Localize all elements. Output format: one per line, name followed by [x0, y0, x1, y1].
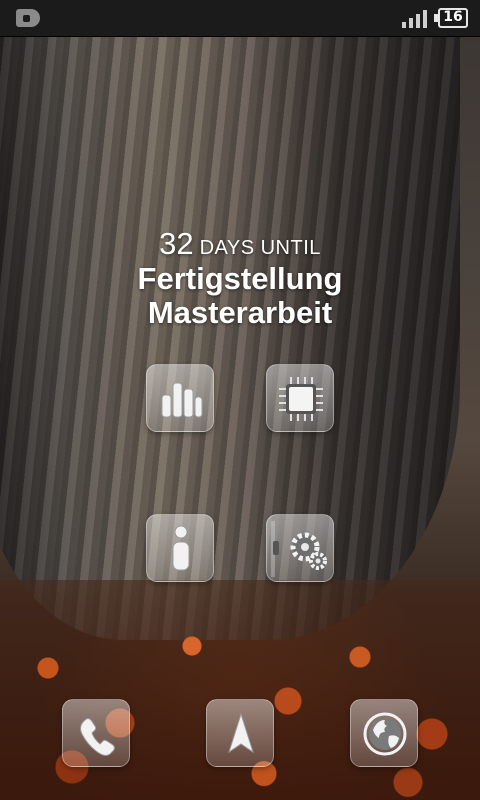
phone-icon	[80, 718, 115, 756]
system-info-app-button[interactable]	[266, 364, 334, 432]
settings-gears-icon	[271, 521, 327, 577]
lock-icon	[16, 9, 40, 27]
info-app-button[interactable]	[146, 514, 214, 582]
battery-icon: 16	[434, 8, 468, 28]
event-title-line2: Masterarbeit	[147, 295, 333, 330]
phone-button[interactable]	[62, 699, 130, 767]
status-bar: 16	[0, 0, 480, 37]
bar-chart-icon	[161, 382, 203, 418]
countdown-line: 32 DAYS UNTIL	[0, 226, 480, 262]
countdown-days: 32	[159, 226, 194, 261]
settings-app-button[interactable]	[266, 514, 334, 582]
info-icon	[172, 525, 190, 571]
wallpaper	[0, 0, 480, 800]
globe-icon	[363, 712, 407, 756]
processor-icon	[279, 377, 323, 421]
stats-app-button[interactable]	[146, 364, 214, 432]
navigation-arrow-icon	[228, 712, 254, 754]
browser-button[interactable]	[350, 699, 418, 767]
countdown-widget[interactable]: 32 DAYS UNTIL Fertigstellung Masterarbeit	[0, 226, 480, 330]
event-title-line1: Fertigstellung	[137, 261, 343, 296]
countdown-unit: DAYS UNTIL	[199, 237, 321, 259]
battery-level: 16	[443, 9, 463, 25]
signal-icon	[402, 10, 430, 28]
navigation-button[interactable]	[206, 699, 274, 767]
